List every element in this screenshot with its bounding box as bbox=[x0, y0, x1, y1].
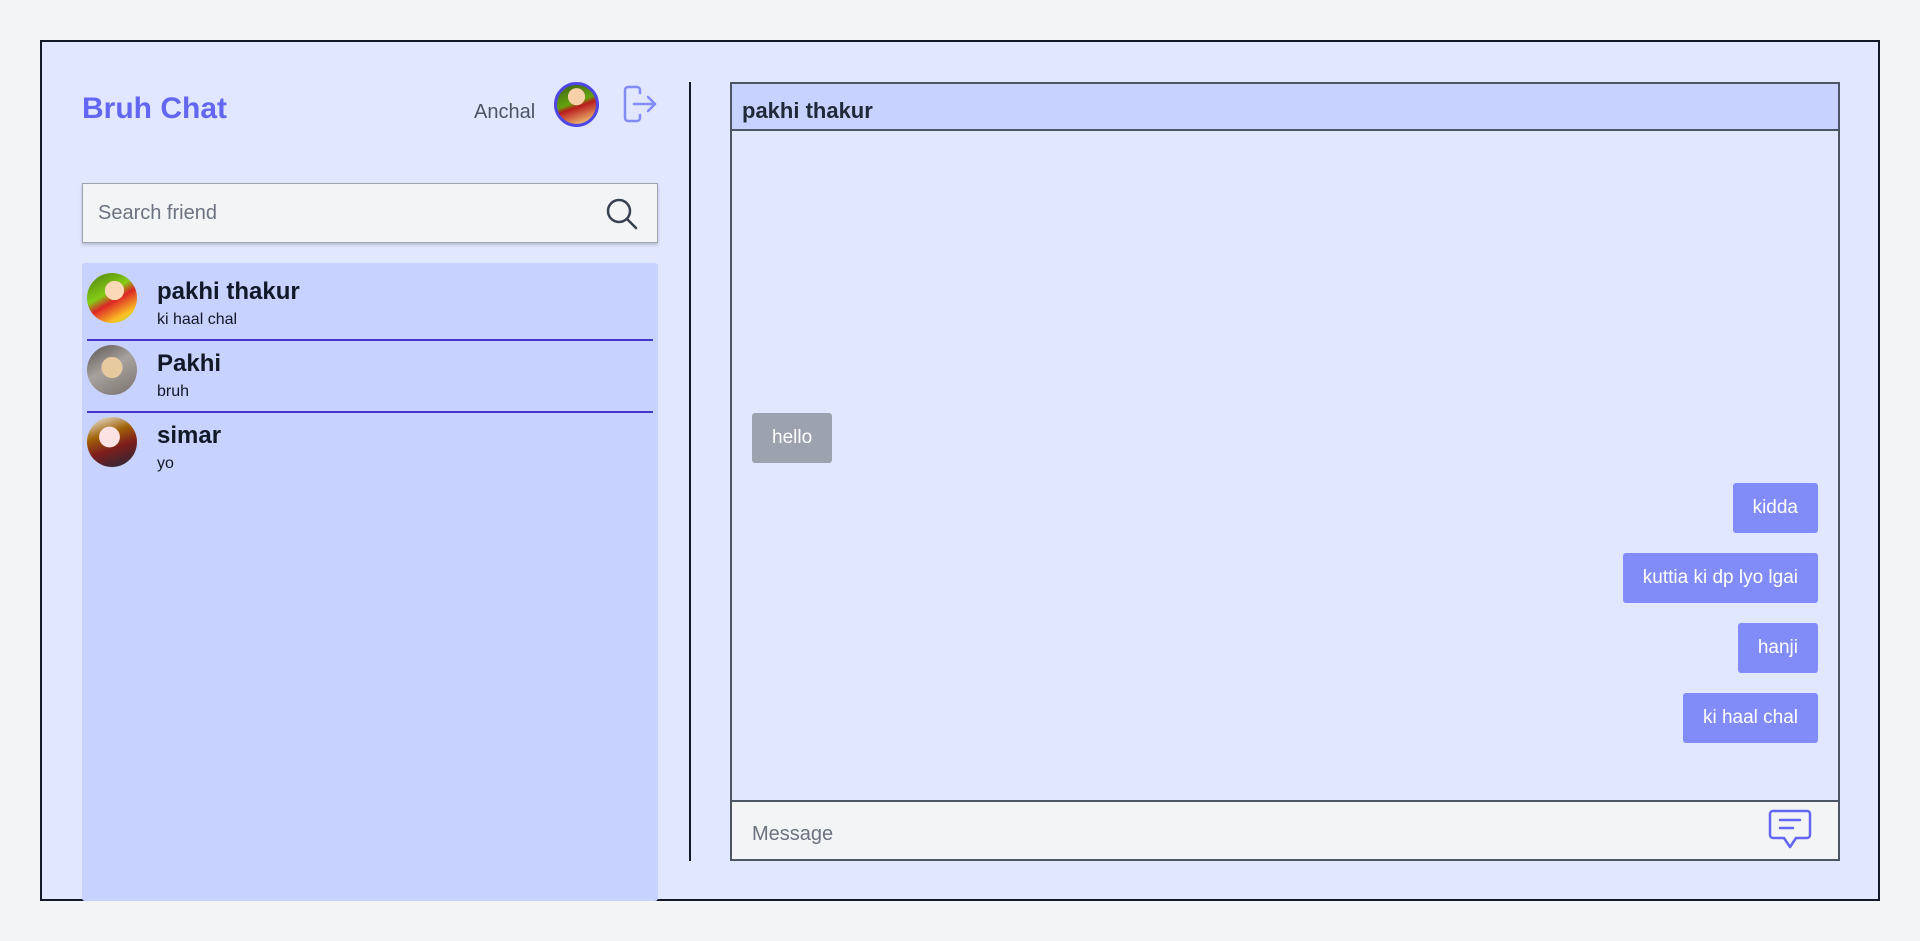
current-user-name: Anchal bbox=[474, 101, 536, 123]
outgoing-message: kuttia ki dp lyo lgai bbox=[1622, 553, 1818, 603]
contact-name: pakhi thakur bbox=[157, 278, 300, 305]
chat-bubble-icon bbox=[1768, 809, 1812, 849]
search-button[interactable] bbox=[606, 198, 638, 230]
logout-button[interactable] bbox=[623, 84, 657, 124]
contact-last-message: yo bbox=[157, 455, 174, 472]
contact-name: simar bbox=[157, 422, 222, 449]
outgoing-message: hanji bbox=[1737, 623, 1818, 673]
contact-last-message: bruh bbox=[157, 383, 190, 400]
chat-header: pakhi thakur bbox=[732, 84, 1838, 131]
search-input[interactable] bbox=[98, 184, 578, 242]
contact-avatar bbox=[87, 345, 137, 395]
chat-title: pakhi thakur bbox=[742, 98, 873, 123]
logout-icon bbox=[623, 85, 657, 123]
current-user-avatar[interactable] bbox=[554, 82, 599, 127]
outgoing-message: ki haal chal bbox=[1682, 693, 1818, 743]
app-title: Bruh Chat bbox=[82, 92, 227, 125]
send-button[interactable] bbox=[1767, 807, 1813, 853]
contact-list: pakhi thakur ki haal chal Pakhi bruh sim… bbox=[82, 263, 658, 901]
chat-panel: pakhi thakur hello kidda kuttia ki dp ly… bbox=[730, 82, 1840, 861]
contact-item[interactable]: simar yo bbox=[87, 413, 653, 485]
contact-item[interactable]: Pakhi bruh bbox=[87, 341, 653, 413]
contact-item[interactable]: pakhi thakur ki haal chal bbox=[87, 269, 653, 341]
app-window: Bruh Chat Anchal Search friend pakhi tha… bbox=[40, 40, 1880, 901]
incoming-message: hello bbox=[752, 413, 833, 463]
message-composer bbox=[732, 800, 1838, 859]
contact-name: Pakhi bbox=[157, 350, 222, 377]
contact-last-message: ki haal chal bbox=[157, 311, 238, 328]
search-icon bbox=[606, 198, 638, 230]
search-box bbox=[82, 183, 658, 243]
message-list: hello kidda kuttia ki dp lyo lgai hanji … bbox=[732, 131, 1838, 801]
sidebar: Bruh Chat Anchal Search friend pakhi tha… bbox=[82, 82, 658, 901]
contact-avatar bbox=[87, 417, 137, 467]
panel-divider bbox=[689, 82, 691, 861]
message-input[interactable] bbox=[752, 814, 1732, 854]
sidebar-header: Bruh Chat Anchal bbox=[82, 82, 658, 144]
contact-avatar bbox=[87, 273, 137, 323]
outgoing-message: kidda bbox=[1732, 483, 1818, 533]
